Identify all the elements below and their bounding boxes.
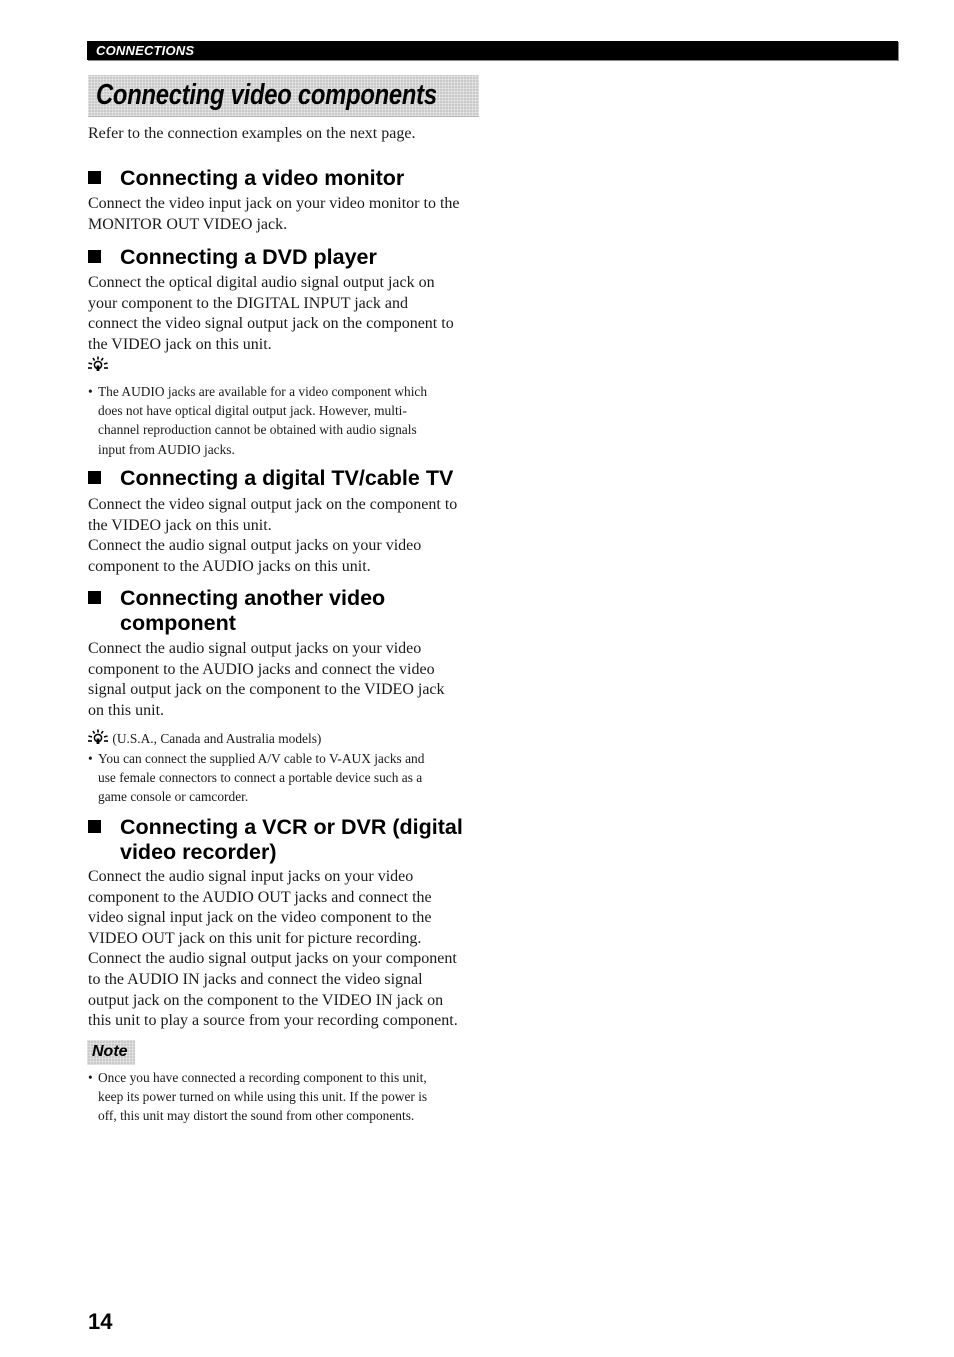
tip-notes-dvd: • The AUDIO jacks are available for a vi…	[88, 382, 488, 459]
body-line: Connect the video signal output jack on …	[88, 496, 458, 513]
section-heading-vcr-dvr: Connecting a VCR or DVR (digital video r…	[88, 815, 488, 865]
section-body-digital-tv: Connect the video signal output jack on …	[88, 495, 488, 577]
tip-bullet-item: • The AUDIO jacks are available for a vi…	[88, 382, 488, 459]
body-line: component to the AUDIO OUT jacks and con…	[88, 888, 432, 906]
body-line: component to the AUDIO jacks and connect…	[88, 660, 435, 678]
heading-text: Connecting a digital TV/cable TV	[120, 466, 454, 490]
heading-text: Connecting a DVD player	[120, 245, 377, 269]
note-bullet-item: • Once you have connected a recording co…	[88, 1068, 488, 1126]
note-line: channel reproduction cannot be obtained …	[98, 422, 417, 438]
body-line: the VIDEO jack on this unit.	[88, 335, 272, 353]
tip-marker-another-video: (U.S.A., Canada and Australia models)	[87, 729, 487, 748]
section-body-video-monitor: Connect the video input jack on your vid…	[88, 194, 488, 235]
note-line: keep its power turned on while using thi…	[98, 1089, 428, 1105]
body-line: the VIDEO jack on this unit.	[88, 516, 272, 534]
tip-label: (U.S.A., Canada and Australia models)	[112, 731, 322, 746]
note-line: The AUDIO jacks are available for a vide…	[98, 384, 428, 399]
body-line: Connect the audio signal output jacks on…	[88, 950, 457, 968]
body-line: Connect the audio signal output jacks on…	[88, 537, 422, 555]
note-line: use female connectors to connect a porta…	[98, 770, 423, 786]
heading-text: Connecting another video	[120, 586, 386, 610]
body-line: output jack on the component to the VIDE…	[88, 991, 444, 1009]
section-body-vcr-dvr: Connect the audio signal input jacks on …	[88, 867, 498, 1032]
note-line: Once you have connected a recording comp…	[98, 1070, 427, 1085]
section-heading-digital-tv: Connecting a digital TV/cable TV	[88, 466, 488, 491]
section-label: CONNECTIONS	[96, 43, 195, 58]
intro-text: Refer to the connection examples on the …	[88, 125, 416, 142]
heading-text: component	[120, 611, 236, 635]
note-line: game console or camcorder.	[98, 789, 249, 805]
body-line: VIDEO OUT jack on this unit for picture …	[88, 929, 422, 947]
section-body-dvd-player: Connect the optical digital audio signal…	[88, 273, 488, 355]
note-badge: Note	[87, 1040, 135, 1065]
square-bullet-icon	[88, 471, 101, 484]
note-line: does not have optical digital output jac…	[98, 403, 407, 419]
tip-marker-dvd	[87, 356, 109, 375]
section-body-another-video-component: Connect the audio signal output jacks on…	[88, 639, 488, 721]
section-header-bar: CONNECTIONS	[87, 41, 898, 60]
tip-notes-another-video: • You can connect the supplied A/V cable…	[88, 749, 488, 807]
lightbulb-tip-icon	[88, 356, 108, 371]
bullet-dot: •	[88, 751, 93, 766]
section-heading-dvd-player: Connecting a DVD player	[88, 245, 488, 270]
page-number: 14	[88, 1309, 113, 1334]
square-bullet-icon	[88, 250, 101, 263]
page-title: Connecting video components	[96, 79, 437, 111]
body-line: video signal input jack on the video com…	[88, 909, 432, 927]
note-line: You can connect the supplied A/V cable t…	[98, 751, 425, 766]
bullet-dot: •	[88, 384, 93, 399]
heading-text: Connecting a video monitor	[120, 166, 405, 190]
body-line: Connect the optical digital audio signal…	[88, 274, 435, 291]
note-line: input from AUDIO jacks.	[98, 441, 235, 457]
section-heading-another-video-component: Connecting another video component	[88, 586, 488, 636]
bullet-dot: •	[88, 1070, 93, 1085]
section-heading-video-monitor: Connecting a video monitor	[88, 166, 488, 191]
note-label: Note	[92, 1043, 128, 1060]
heading-text: Connecting a VCR or DVR (digital	[120, 815, 463, 839]
body-line: connect the video signal output jack on …	[88, 315, 454, 333]
square-bullet-icon	[88, 591, 101, 604]
body-line: Connect the video input jack on your vid…	[88, 195, 460, 212]
body-line: this unit to play a source from your rec…	[88, 1012, 458, 1030]
square-bullet-icon	[88, 171, 101, 184]
heading-text: video recorder)	[120, 840, 277, 864]
body-line: component to the AUDIO jacks on this uni…	[88, 557, 371, 575]
page-title-banner: Connecting video components	[88, 75, 479, 117]
body-line: on this unit.	[88, 701, 165, 719]
tip-bullet-item: • You can connect the supplied A/V cable…	[88, 749, 488, 807]
body-line: to the AUDIO IN jacks and connect the vi…	[88, 970, 423, 988]
body-line: MONITOR OUT VIDEO jack.	[88, 215, 288, 233]
lightbulb-tip-icon	[88, 729, 108, 744]
body-line: Connect the audio signal output jacks on…	[88, 640, 422, 657]
body-line: signal output jack on the component to t…	[88, 681, 445, 699]
square-bullet-icon	[88, 820, 101, 833]
body-line: your component to the DIGITAL INPUT jack…	[88, 294, 408, 312]
note-list: • Once you have connected a recording co…	[88, 1068, 488, 1126]
note-line: off, this unit may distort the sound fro…	[98, 1108, 415, 1124]
body-line: Connect the audio signal input jacks on …	[88, 868, 414, 885]
